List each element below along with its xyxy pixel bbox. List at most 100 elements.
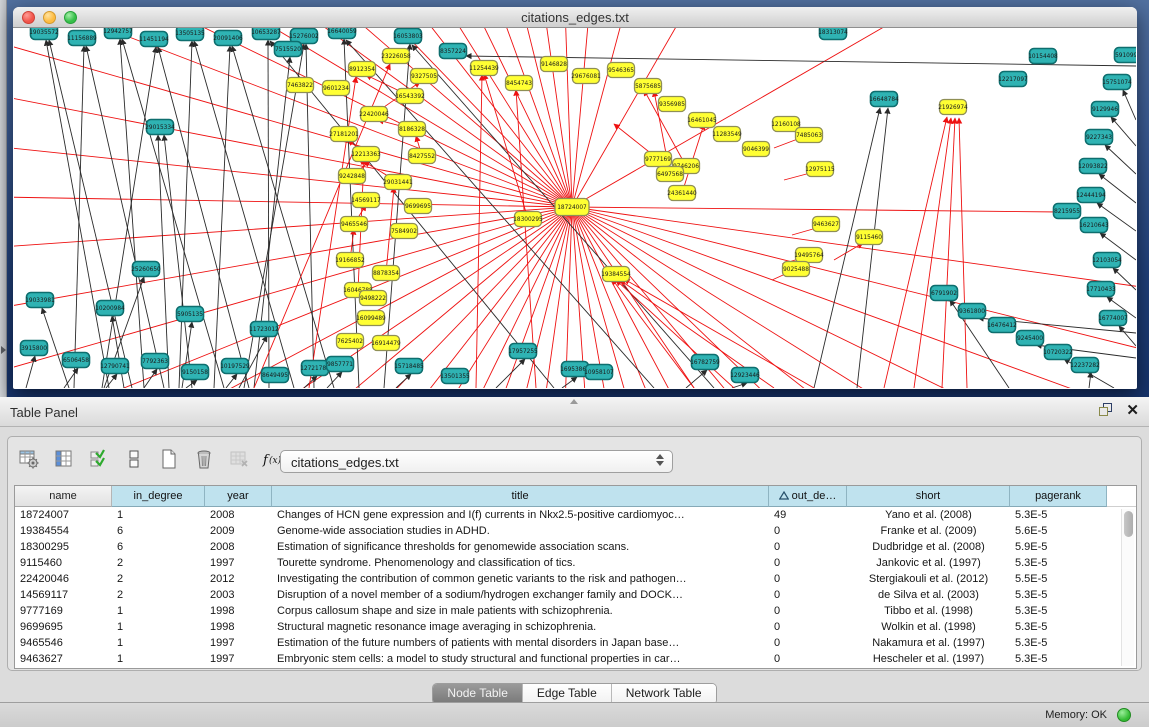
- network-node[interactable]: 12093822: [1078, 159, 1108, 174]
- network-node-selected[interactable]: 7463822: [287, 78, 314, 93]
- network-node-selected[interactable]: 11254439: [469, 61, 499, 76]
- table-row[interactable]: 1830029562008Estimation of significance …: [15, 539, 1136, 555]
- network-node-selected[interactable]: 18724007: [555, 199, 589, 216]
- split-pane-grip-icon[interactable]: [570, 399, 578, 404]
- network-node[interactable]: 25260650: [131, 262, 161, 277]
- network-edge[interactable]: [14, 207, 572, 388]
- show-columns-icon[interactable]: [51, 446, 77, 472]
- network-node-selected[interactable]: 7485063: [796, 128, 823, 143]
- network-edge[interactable]: [158, 47, 249, 388]
- network-node[interactable]: 10958107: [584, 365, 614, 380]
- network-node-selected[interactable]: 12975115: [805, 162, 835, 177]
- column-header-short[interactable]: short: [847, 486, 1010, 507]
- network-node-selected[interactable]: 21926974: [938, 100, 968, 115]
- network-node[interactable]: 9129946: [1092, 102, 1119, 117]
- network-node[interactable]: 8215955: [1054, 204, 1081, 219]
- column-header-pagerank[interactable]: pagerank: [1010, 486, 1107, 507]
- network-edge[interactable]: [14, 207, 572, 388]
- network-node[interactable]: 12217097: [998, 72, 1028, 87]
- network-node[interactable]: 15751074: [1102, 75, 1132, 90]
- network-node[interactable]: 10197529: [220, 359, 250, 374]
- network-node-selected[interactable]: 11283549: [712, 127, 742, 142]
- network-edge[interactable]: [572, 28, 960, 207]
- west-panel-grip[interactable]: [0, 0, 7, 397]
- network-edge[interactable]: [814, 108, 880, 388]
- network-edge[interactable]: [158, 135, 169, 388]
- expand-west-panel-icon[interactable]: [1, 346, 6, 354]
- network-node[interactable]: 16210643: [1079, 218, 1109, 233]
- network-node-selected[interactable]: 29676081: [571, 69, 601, 84]
- network-node-selected[interactable]: 8427552: [409, 149, 436, 164]
- network-edge[interactable]: [49, 40, 132, 388]
- network-node[interactable]: 10154408: [1028, 49, 1058, 64]
- network-node[interactable]: 5905135: [177, 307, 204, 322]
- network-node-selected[interactable]: 7625402: [337, 334, 364, 349]
- network-node[interactable]: 10200984: [95, 301, 125, 316]
- network-node[interactable]: 6506458: [63, 353, 90, 368]
- network-node-selected[interactable]: 9146828: [541, 57, 568, 72]
- network-node[interactable]: 16774007: [1098, 311, 1128, 326]
- network-node[interactable]: 12942757: [103, 28, 133, 39]
- network-edge[interactable]: [484, 74, 528, 219]
- network-edge[interactable]: [112, 316, 124, 388]
- network-edge[interactable]: [14, 207, 572, 388]
- network-node-selected[interactable]: 18300295: [513, 212, 543, 227]
- table-row[interactable]: 946554611997Estimation of the future num…: [15, 635, 1136, 651]
- column-header-year[interactable]: year: [205, 486, 272, 507]
- network-edge[interactable]: [1123, 90, 1136, 120]
- network-edge[interactable]: [1105, 145, 1136, 174]
- network-node-selected[interactable]: 16099489: [356, 311, 386, 326]
- network-node[interactable]: 8649495: [262, 368, 289, 383]
- network-node[interactable]: 29015334: [145, 120, 175, 135]
- tab-node-table[interactable]: Node Table: [433, 684, 523, 704]
- table-row[interactable]: 1456911722003Disruption of a novel membe…: [15, 587, 1136, 603]
- network-node[interactable]: 11156889: [67, 31, 97, 46]
- network-node[interactable]: 9150158: [182, 365, 209, 380]
- network-node[interactable]: 12237282: [1070, 358, 1100, 373]
- network-node-selected[interactable]: 9356985: [659, 97, 686, 112]
- network-node[interactable]: 13501355: [440, 369, 470, 384]
- network-edge[interactable]: [562, 377, 577, 388]
- network-node[interactable]: 16476412: [987, 318, 1017, 333]
- network-node-selected[interactable]: 8912354: [349, 62, 376, 77]
- network-edge[interactable]: [86, 46, 164, 388]
- network-node[interactable]: 17957255: [508, 344, 538, 359]
- network-node-selected[interactable]: 29031441: [383, 175, 413, 190]
- table-settings-icon[interactable]: [16, 446, 42, 472]
- network-node-selected[interactable]: 23226058: [381, 49, 411, 64]
- network-node[interactable]: 10720322: [1043, 345, 1073, 360]
- column-header-in_degree[interactable]: in_degree: [112, 486, 205, 507]
- network-node-selected[interactable]: 12213363: [351, 147, 381, 162]
- network-edge[interactable]: [14, 207, 572, 388]
- network-node-selected[interactable]: 16543392: [395, 89, 425, 104]
- network-edge[interactable]: [914, 118, 951, 388]
- network-edge[interactable]: [959, 118, 967, 388]
- network-edge[interactable]: [942, 118, 955, 388]
- network-node[interactable]: 12444194: [1076, 188, 1106, 203]
- network-node-selected[interactable]: 19495764: [794, 248, 824, 263]
- network-node-selected[interactable]: 9025488: [783, 262, 810, 277]
- network-node[interactable]: 9245400: [1017, 331, 1044, 346]
- network-node-selected[interactable]: 9115460: [856, 230, 883, 245]
- network-edge[interactable]: [1119, 326, 1136, 346]
- network-edge[interactable]: [686, 370, 707, 388]
- network-node[interactable]: 13505135: [175, 28, 205, 41]
- network-node-selected[interactable]: 7584902: [391, 224, 418, 239]
- network-node-selected[interactable]: 8454743: [506, 76, 533, 91]
- network-edge[interactable]: [46, 40, 109, 388]
- network-edge[interactable]: [572, 207, 1060, 212]
- network-edge[interactable]: [14, 181, 572, 207]
- network-node[interactable]: 16782759: [690, 355, 720, 370]
- tab-network-table[interactable]: Network Table: [612, 684, 716, 704]
- network-node-selected[interactable]: 14569117: [351, 193, 381, 208]
- network-node-selected[interactable]: 9699695: [405, 199, 432, 214]
- network-node[interactable]: 17710433: [1086, 282, 1116, 297]
- network-node-selected[interactable]: 9242848: [339, 169, 366, 184]
- network-node-selected[interactable]: 9046399: [743, 142, 770, 157]
- network-node[interactable]: 11723012: [249, 322, 279, 337]
- network-node[interactable]: 7792363: [142, 354, 169, 369]
- column-header-name[interactable]: name: [15, 486, 112, 507]
- network-edge[interactable]: [144, 369, 157, 388]
- table-selector-dropdown[interactable]: citations_edges.txt: [280, 450, 673, 473]
- network-edge[interactable]: [214, 46, 230, 388]
